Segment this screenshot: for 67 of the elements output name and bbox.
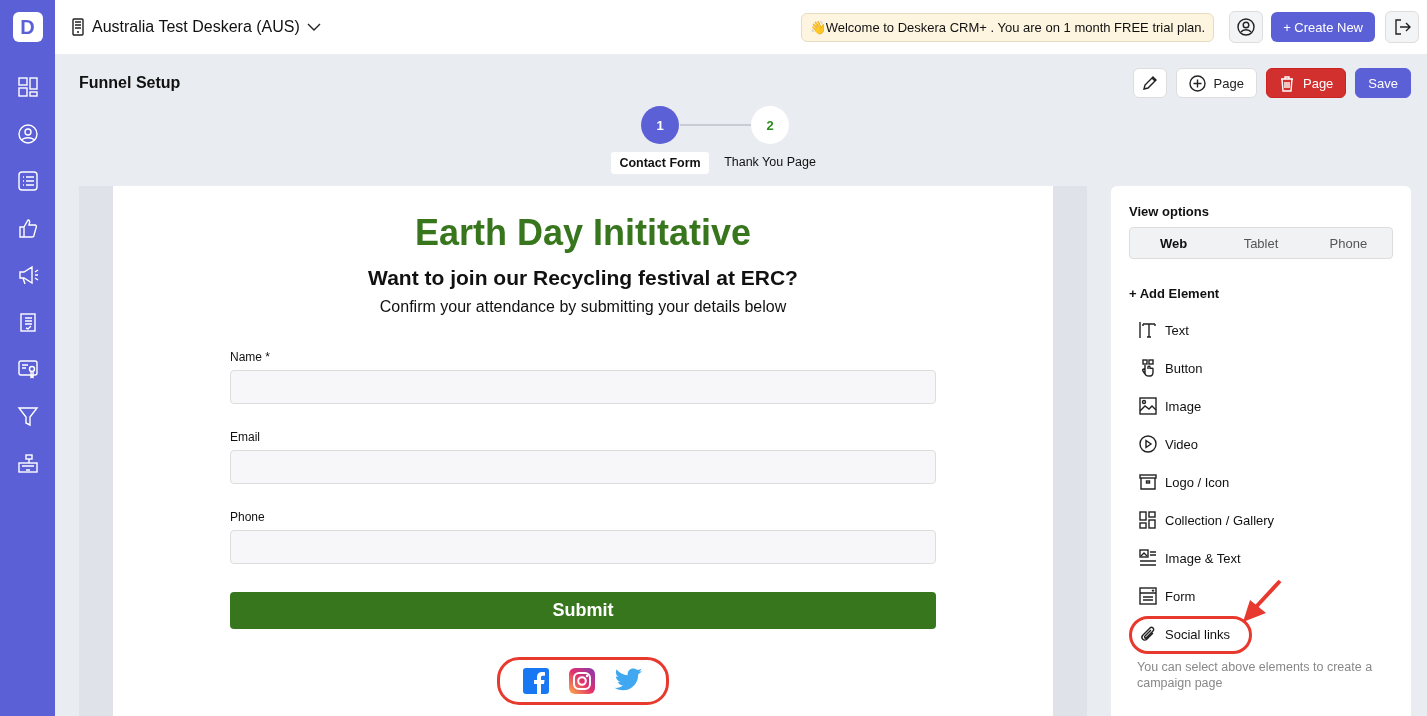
save-button[interactable]: Save xyxy=(1355,68,1411,98)
list-icon[interactable] xyxy=(16,170,39,192)
input-field[interactable] xyxy=(230,450,936,484)
step-label: Thank You Page xyxy=(723,154,817,171)
input-field[interactable] xyxy=(230,530,936,564)
facebook-icon[interactable] xyxy=(523,668,549,694)
add-element-item[interactable]: Form xyxy=(1129,577,1202,615)
form-subheading: Confirm your attendance by submitting your details below xyxy=(379,298,787,316)
cash-register-icon[interactable] xyxy=(16,452,39,474)
view-options-title: View options xyxy=(1129,204,1210,219)
text-icon xyxy=(1139,321,1157,339)
field-label: Phone xyxy=(230,510,266,524)
plus-circle-icon xyxy=(1188,74,1206,92)
funnel-icon[interactable] xyxy=(16,405,39,427)
bird-icon[interactable] xyxy=(615,668,643,692)
add-page-button[interactable]: Page xyxy=(1175,68,1257,98)
play-circle-icon xyxy=(1139,435,1157,453)
image-text-icon xyxy=(1139,549,1157,567)
app-logo: D xyxy=(12,12,43,42)
step-circle[interactable]: 1 xyxy=(641,106,679,144)
logout-button[interactable] xyxy=(1385,11,1419,43)
add-element-item[interactable]: Image & Text xyxy=(1129,539,1247,577)
pencil-icon xyxy=(1141,75,1158,91)
add-element-item[interactable]: Collection / Gallery xyxy=(1129,501,1281,539)
instagram-icon[interactable] xyxy=(569,668,595,694)
view-tab[interactable]: Phone xyxy=(1304,228,1392,258)
megaphone-icon[interactable] xyxy=(16,264,39,286)
add-element-title: + Add Element xyxy=(1129,286,1221,301)
chevron-down-icon[interactable] xyxy=(306,22,321,32)
step-circle[interactable]: 2 xyxy=(751,106,789,144)
form-icon xyxy=(1139,587,1157,605)
add-element-item[interactable]: Social links xyxy=(1129,615,1237,653)
add-element-item[interactable]: Video xyxy=(1129,425,1204,463)
thumbs-up-icon[interactable] xyxy=(16,217,39,239)
certificate-icon[interactable] xyxy=(16,358,39,380)
user-icon[interactable] xyxy=(16,123,39,145)
input-field[interactable] xyxy=(230,370,936,404)
delete-page-button[interactable]: Page xyxy=(1266,68,1347,98)
paperclip-icon xyxy=(1139,625,1157,643)
form-heading: Want to join our Recycling festival at ERC? xyxy=(368,266,798,290)
building-icon xyxy=(71,18,85,36)
welcome-banner: 👋Welcome to Deskera CRM+ . You are on 1 month FREE trial plan. xyxy=(800,12,1215,42)
create-new-button[interactable]: + Create New xyxy=(1271,12,1375,42)
dashboard-icon[interactable] xyxy=(16,76,39,98)
hint-text: You can select above elements to create a campaign page xyxy=(1136,659,1374,691)
image-icon xyxy=(1139,397,1157,415)
view-tab[interactable]: Tablet xyxy=(1217,228,1305,258)
add-element-item[interactable]: Logo / Icon xyxy=(1129,463,1236,501)
grid-icon xyxy=(1139,511,1157,529)
submit-button[interactable]: Submit xyxy=(230,592,936,629)
add-element-item[interactable]: Text xyxy=(1129,311,1195,349)
pointer-icon xyxy=(1139,359,1157,377)
profile-button[interactable] xyxy=(1229,11,1264,43)
logout-icon xyxy=(1393,18,1411,36)
view-tab[interactable]: Web xyxy=(1130,228,1218,258)
field-label: Name * xyxy=(230,350,271,364)
edit-button[interactable] xyxy=(1132,68,1167,98)
field-label: Email xyxy=(230,430,261,444)
add-element-item[interactable]: Button xyxy=(1129,349,1209,387)
step-label: Contact Form xyxy=(611,152,709,174)
add-element-item[interactable]: Image xyxy=(1129,387,1208,425)
page-title: Funnel Setup xyxy=(79,74,181,92)
trash-icon xyxy=(1279,74,1295,92)
box-icon xyxy=(1139,473,1157,491)
user-icon xyxy=(1237,18,1256,36)
form-title: Earth Day Inititative xyxy=(414,212,752,254)
workspace-name[interactable]: Australia Test Deskera (AUS) xyxy=(92,18,300,36)
